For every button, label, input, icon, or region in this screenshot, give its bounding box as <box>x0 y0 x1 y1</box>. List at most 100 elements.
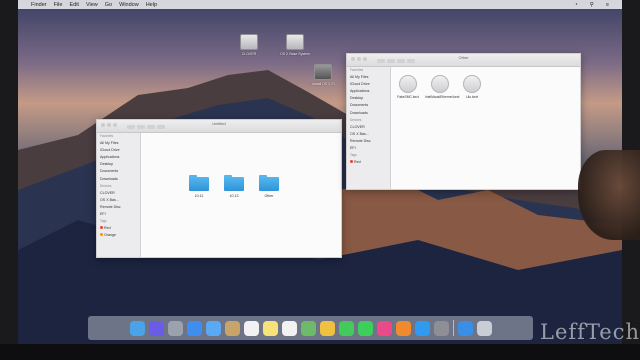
facetime-icon[interactable] <box>357 320 373 336</box>
sidebar-item[interactable]: OS X Bas... <box>350 131 390 138</box>
sidebar-item[interactable]: EFI <box>100 211 140 218</box>
sidebar-item[interactable]: All My Files <box>350 74 390 81</box>
folder-other[interactable]: Other <box>259 175 279 198</box>
minimize-button[interactable] <box>107 123 111 127</box>
desktop-icon-installer[interactable]: Install OS X El <box>312 64 335 86</box>
wifi-icon[interactable]: ◔ <box>574 2 577 8</box>
tag-dot-icon <box>350 160 353 164</box>
sidebar-item-label: Red <box>104 226 111 231</box>
hand-photo <box>578 150 640 240</box>
calendar-icon[interactable] <box>243 320 259 336</box>
zoom-button[interactable] <box>363 57 367 61</box>
action-button[interactable] <box>407 59 415 63</box>
downloads-icon[interactable] <box>457 320 473 336</box>
sidebar-item-label: Tags <box>350 153 357 158</box>
sidebar-item[interactable]: iCloud Drive <box>350 81 390 88</box>
menu-finder[interactable]: Finder <box>31 2 47 8</box>
sidebar-section-header: Tags <box>100 218 140 225</box>
view-button[interactable] <box>137 125 145 129</box>
dock <box>88 316 533 340</box>
sidebar-item-label: EFI <box>100 212 106 217</box>
desktop-icon-clover[interactable]: CLOVER <box>240 34 258 56</box>
ibooks-icon[interactable] <box>395 320 411 336</box>
sidebar-item[interactable]: Documents <box>350 102 390 109</box>
mail-icon[interactable] <box>205 320 221 336</box>
sidebar-item[interactable]: iCloud Drive <box>100 147 140 154</box>
menu-window[interactable]: Window <box>119 2 139 8</box>
sidebar-item[interactable]: EFI <box>350 145 390 152</box>
sidebar-item[interactable]: OS X Bas... <box>100 197 140 204</box>
file-fakesmc[interactable]: FakeSMC.kext <box>393 75 423 99</box>
finder-icon[interactable] <box>129 320 145 336</box>
sidebar-item-label: Remote Disc <box>100 204 121 209</box>
kext-icon <box>399 75 417 93</box>
trash-icon[interactable] <box>476 320 492 336</box>
zoom-button[interactable] <box>113 123 117 127</box>
sidebar-item-label: Desktop <box>100 162 114 167</box>
notes-icon[interactable] <box>262 320 278 336</box>
close-button[interactable] <box>101 123 105 127</box>
sidebar-item[interactable]: Desktop <box>100 161 140 168</box>
sidebar-item[interactable]: Desktop <box>350 95 390 102</box>
sidebar-item[interactable]: Applications <box>350 88 390 95</box>
sidebar-item[interactable]: Remote Disc <box>100 204 140 211</box>
sidebar-item[interactable]: CLOVER <box>100 190 140 197</box>
menu-view[interactable]: View <box>86 2 98 8</box>
window-title: Other <box>458 55 469 60</box>
sidebar-item[interactable]: Remote Disc <box>350 138 390 145</box>
messages-icon[interactable] <box>338 320 354 336</box>
safari-icon[interactable] <box>186 320 202 336</box>
arrange-button[interactable] <box>397 59 405 63</box>
arrange-button[interactable] <box>147 125 155 129</box>
sidebar-item[interactable]: All My Files <box>100 140 140 147</box>
sidebar-item[interactable]: Red <box>350 159 390 166</box>
window-titlebar[interactable]: Other <box>347 54 580 67</box>
itunes-icon[interactable] <box>376 320 392 336</box>
minimize-button[interactable] <box>357 57 361 61</box>
file-intelmausi[interactable]: IntelMausiEthernet.kext <box>425 75 459 99</box>
view-button[interactable] <box>387 59 395 63</box>
launchpad-icon[interactable] <box>167 320 183 336</box>
folder-10-11[interactable]: 10.11 <box>189 175 209 198</box>
close-button[interactable] <box>351 57 355 61</box>
sidebar-item-label: Documents <box>100 169 119 174</box>
reminders-icon[interactable] <box>281 320 297 336</box>
folder-10-13[interactable]: 10.13 <box>224 175 244 198</box>
sidebar-item-label: Devices <box>100 183 112 188</box>
file-lilu[interactable]: Lilu.kext <box>457 75 487 99</box>
menu-edit[interactable]: Edit <box>69 2 78 8</box>
dock-separator <box>452 320 454 336</box>
contacts-icon[interactable] <box>224 320 240 336</box>
menu-help[interactable]: Help <box>146 2 157 8</box>
action-button[interactable] <box>157 125 165 129</box>
sidebar-item[interactable]: CLOVER <box>350 124 390 131</box>
back-button[interactable] <box>377 59 385 63</box>
menu-file[interactable]: File <box>54 2 63 8</box>
sidebar-item[interactable]: Documents <box>100 168 140 175</box>
sidebar-item[interactable]: Orange <box>100 232 140 239</box>
sidebar-item[interactable]: Downloads <box>100 176 140 183</box>
maps-icon[interactable] <box>300 320 316 336</box>
sidebar-item-label: OS X Bas... <box>350 131 369 136</box>
siri-icon[interactable] <box>148 320 164 336</box>
sidebar-item[interactable]: Applications <box>100 154 140 161</box>
appstore-icon[interactable] <box>414 320 430 336</box>
sidebar-item-label: CLOVER <box>100 190 115 195</box>
kext-icon <box>431 75 449 93</box>
sidebar-item-label: iCloud Drive <box>350 82 370 87</box>
search-icon[interactable]: ⚲ <box>590 2 594 8</box>
folder-icon <box>259 175 279 191</box>
watermark: LeffTech <box>540 320 640 344</box>
sidebar-item[interactable]: Downloads <box>350 110 390 117</box>
notification-icon[interactable]: ≡ <box>606 2 609 8</box>
sidebar-item[interactable]: Red <box>100 225 140 232</box>
desktop-icon-os-x-base-system[interactable]: OS X Base System <box>280 34 310 56</box>
back-button[interactable] <box>127 125 135 129</box>
window-titlebar[interactable]: Untitled <box>97 120 341 133</box>
file-label: Lilu.kext <box>465 95 479 99</box>
menu-go[interactable]: Go <box>105 2 112 8</box>
photos-icon[interactable] <box>319 320 335 336</box>
folder-label: 10.13 <box>229 194 239 198</box>
preferences-icon[interactable] <box>433 320 449 336</box>
finder-sidebar: Favorites All My Files iCloud Drive Applica… <box>347 67 391 189</box>
